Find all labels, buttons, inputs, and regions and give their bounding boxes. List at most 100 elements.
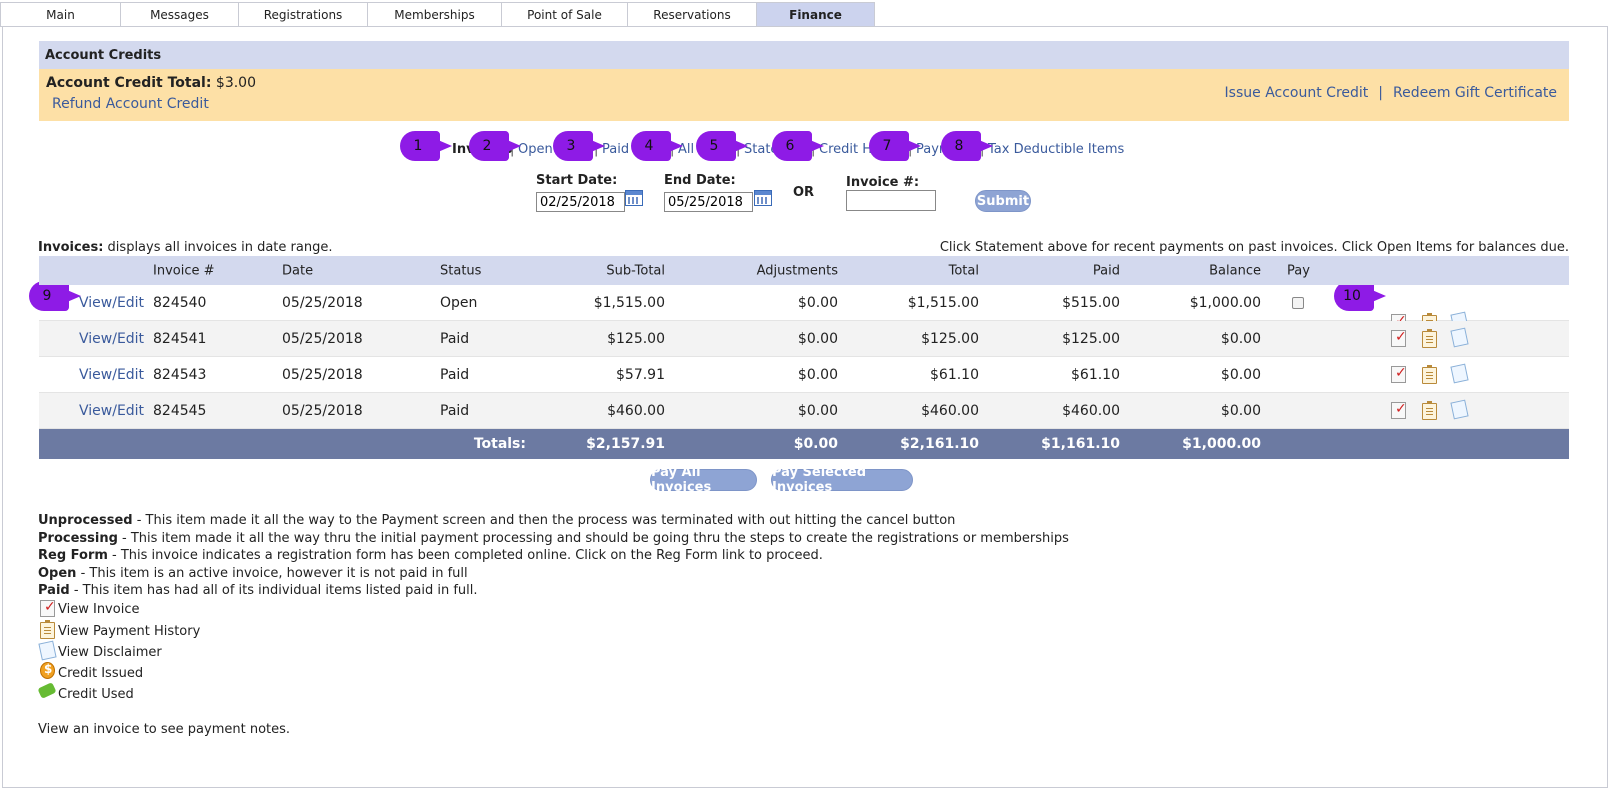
callout-marker: 5: [696, 131, 748, 161]
invoice-status: Paid: [440, 330, 470, 347]
invoice-date: 05/25/2018: [282, 330, 363, 347]
view-invoice-icon: [40, 599, 56, 617]
subnav-paid[interactable]: Paid: [602, 142, 629, 157]
callout-marker: 1: [400, 131, 452, 161]
account-credit-total: Account Credit Total: $3.00: [46, 75, 256, 91]
invoice-adjustments: $0.00: [797, 402, 838, 419]
invoice-subtotal: $460.00: [607, 402, 665, 419]
invoice-paid: $460.00: [1062, 402, 1120, 419]
callout-marker: 4: [631, 131, 683, 161]
redeem-gift-certificate-link[interactable]: Redeem Gift Certificate: [1393, 85, 1557, 101]
view-edit-link[interactable]: View/Edit: [79, 295, 144, 311]
legend-item: Paid - This item has had all of its indi…: [38, 583, 478, 598]
payment-history-icon[interactable]: [1422, 329, 1437, 348]
invoice-number: 824543: [153, 366, 207, 383]
invoice-paid: $125.00: [1062, 330, 1120, 347]
subnav-tax-deductible-items[interactable]: Tax Deductible Items: [988, 142, 1124, 157]
pay-checkbox[interactable]: [1292, 296, 1304, 309]
invoice-number: 824545: [153, 402, 207, 419]
invoice-balance: $0.00: [1220, 402, 1261, 419]
account-credits-heading: Account Credits: [39, 41, 1569, 69]
payment-notes-hint: View an invoice to see payment notes.: [38, 722, 291, 737]
view-invoice-icon[interactable]: [1391, 401, 1407, 419]
invoice-adjustments: $0.00: [797, 294, 838, 311]
refund-account-credit-link[interactable]: Refund Account Credit: [52, 96, 209, 112]
invoice-date: 05/25/2018: [282, 294, 363, 311]
view-invoice-icon[interactable]: [1391, 329, 1407, 347]
column-header: Date: [282, 263, 314, 278]
column-header: Adjustments: [756, 263, 838, 278]
tab-finance[interactable]: Finance: [757, 2, 875, 27]
totals-adjustments: $0.00: [793, 436, 838, 452]
legend-item: Processing - This item made it all the w…: [38, 530, 1069, 546]
start-date-input[interactable]: [536, 192, 625, 212]
view-edit-link[interactable]: View/Edit: [79, 331, 144, 347]
tab-reservations[interactable]: Reservations: [628, 2, 757, 27]
table-totals-row: Totals: $2,157.91 $0.00 $2,161.10 $1,161…: [39, 429, 1569, 459]
tab-point-of-sale[interactable]: Point of Sale: [502, 2, 628, 27]
tab-memberships[interactable]: Memberships: [368, 2, 502, 27]
totals-label: Totals:: [473, 436, 526, 452]
invoice-paid: $61.10: [1071, 366, 1120, 383]
end-date-input[interactable]: [664, 192, 753, 212]
submit-button[interactable]: Submit: [975, 190, 1031, 212]
account-credits-panel: Account Credit Total: $3.00 Refund Accou…: [39, 69, 1569, 121]
totals-paid: $1,161.10: [1041, 436, 1120, 452]
pay-selected-invoices-button[interactable]: Pay Selected Invoices: [771, 465, 913, 495]
invoice-adjustments: $0.00: [797, 366, 838, 383]
tab-main[interactable]: Main: [0, 2, 121, 27]
pay-all-invoices-button[interactable]: Pay All Invoices: [650, 465, 757, 495]
column-header: Total: [948, 263, 979, 278]
end-date-label: End Date:: [664, 173, 736, 188]
account-credit-total-value: $3.00: [215, 75, 257, 91]
column-header: Invoice #: [153, 263, 215, 278]
tab-registrations[interactable]: Registrations: [239, 2, 368, 27]
callout-marker: 7: [869, 131, 921, 161]
table-row: View/Edit 824540 05/25/2018 Open $1,515.…: [39, 285, 1569, 332]
totals-balance: $1,000.00: [1182, 436, 1261, 452]
invoice-subtotal: $125.00: [607, 330, 665, 347]
invoice-number: 824541: [153, 330, 207, 347]
table-header: Invoice # Date Status Sub-Total Adjustme…: [39, 256, 1569, 285]
column-header: Status: [440, 263, 482, 278]
invoice-date: 05/25/2018: [282, 366, 363, 383]
status-legend: Unprocessed - This item made it all the …: [38, 512, 1069, 600]
invoice-paid: $515.00: [1062, 294, 1120, 311]
disclaimer-icon[interactable]: [1450, 399, 1469, 420]
separator: |: [1378, 85, 1383, 101]
callout-marker: 2: [469, 131, 521, 161]
invoice-status: Open: [440, 294, 478, 311]
table-row: View/Edit 824541 05/25/2018 Paid $125.00…: [39, 321, 1569, 357]
payment-history-icon[interactable]: [1422, 401, 1437, 420]
column-header: Balance: [1209, 263, 1261, 278]
issue-account-credit-link[interactable]: Issue Account Credit: [1225, 85, 1369, 101]
calendar-icon[interactable]: [754, 190, 772, 206]
column-header: Sub-Total: [606, 263, 665, 278]
invoice-total: $1,515.00: [907, 294, 979, 311]
callout-marker: 6: [772, 131, 824, 161]
view-invoice-icon[interactable]: [1391, 365, 1407, 383]
invoice-number-input[interactable]: [846, 190, 936, 211]
invoices-caption: Invoices: displays all invoices in date …: [38, 240, 333, 255]
column-header: Pay: [1287, 263, 1310, 278]
account-credit-actions: Issue Account Credit | Redeem Gift Certifi…: [1225, 85, 1557, 101]
disclaimer-icon[interactable]: [1450, 327, 1469, 348]
legend-item: Open - This item is an active invoice, h…: [38, 565, 468, 581]
credit-issued-icon: [40, 662, 55, 679]
disclaimer-icon[interactable]: [1450, 363, 1469, 384]
invoice-balance: $1,000.00: [1189, 294, 1261, 311]
callout-marker: 3: [553, 131, 605, 161]
totals-subtotal: $2,157.91: [586, 436, 665, 452]
invoice-status: Paid: [440, 366, 470, 383]
tab-messages[interactable]: Messages: [121, 2, 239, 27]
invoice-balance: $0.00: [1220, 366, 1261, 383]
payment-history-icon: [40, 620, 55, 639]
tab-bar: Main Messages Registrations Memberships …: [0, 2, 875, 27]
payment-history-icon[interactable]: [1422, 365, 1437, 384]
calendar-icon[interactable]: [625, 190, 643, 206]
invoice-total: $460.00: [921, 402, 979, 419]
start-date-label: Start Date:: [536, 173, 618, 188]
view-edit-link[interactable]: View/Edit: [79, 403, 144, 419]
view-edit-link[interactable]: View/Edit: [79, 367, 144, 383]
invoice-total: $61.10: [930, 366, 979, 383]
